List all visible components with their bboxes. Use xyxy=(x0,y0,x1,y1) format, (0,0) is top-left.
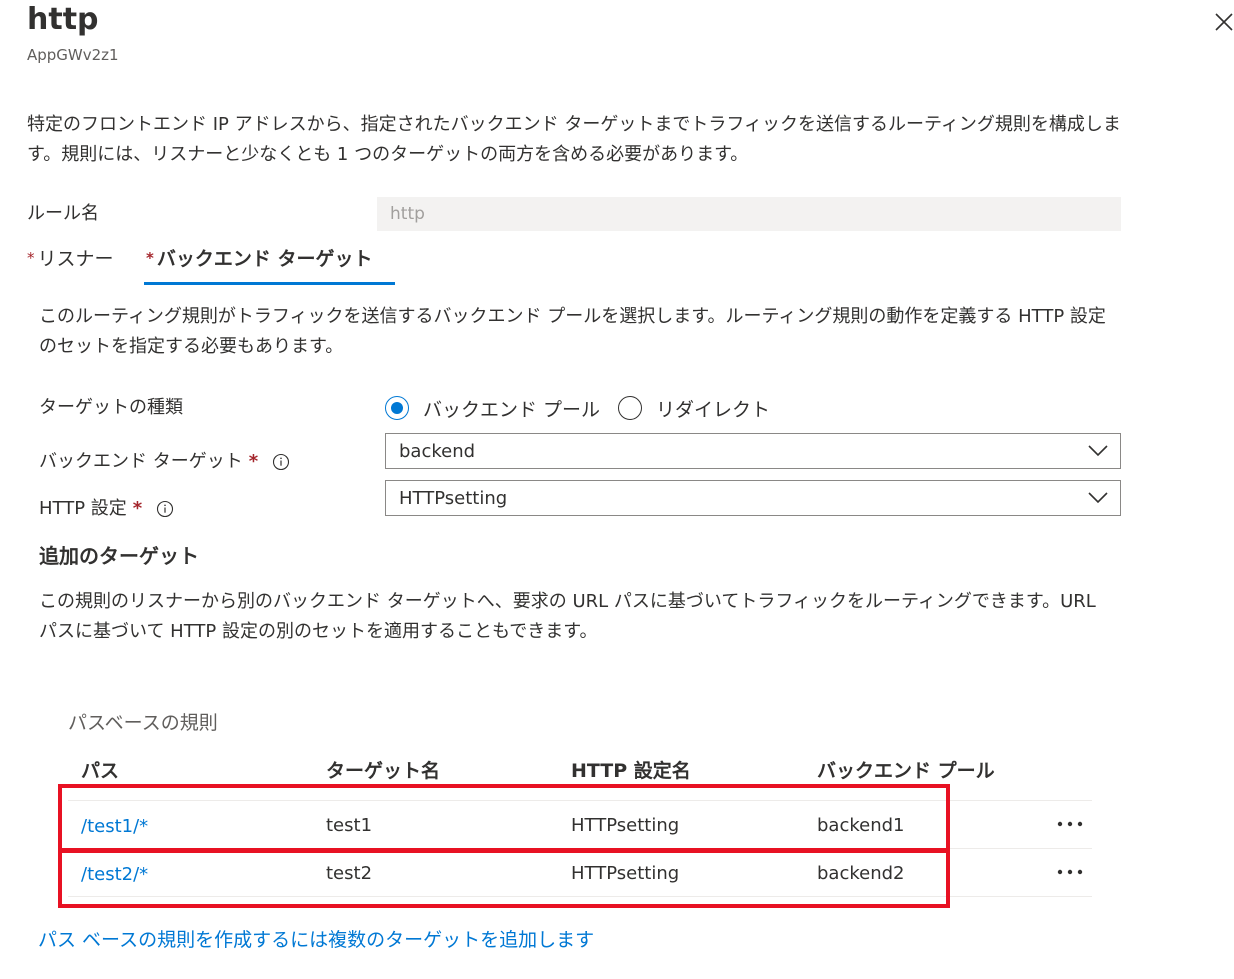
backend-target-value: backend xyxy=(399,440,476,462)
additional-targets-title: 追加のターゲット xyxy=(39,544,199,568)
column-header-path: パス xyxy=(81,760,120,782)
row-more-button[interactable] xyxy=(1052,860,1088,884)
http-setting-select[interactable]: HTTPsetting xyxy=(385,480,1121,516)
required-marker: * xyxy=(248,451,259,472)
close-icon xyxy=(1215,13,1233,31)
close-button[interactable] xyxy=(1206,4,1234,40)
add-multiple-targets-link[interactable]: パス ベースの規則を作成するには複数のターゲットを追加します xyxy=(38,925,594,955)
http-setting-value: HTTPsetting xyxy=(399,487,508,509)
column-header-target-name: ターゲット名 xyxy=(326,760,441,782)
target-type-label: ターゲットの種類 xyxy=(39,394,183,422)
additional-targets-description: この規則のリスナーから別のバックエンド ターゲットへ、要求の URL パスに基づ… xyxy=(39,591,1096,642)
row-more-button[interactable] xyxy=(1052,812,1088,836)
info-icon[interactable] xyxy=(272,453,290,471)
backend-target-field-label: バックエンド ターゲット * xyxy=(39,448,290,476)
radio-redirect[interactable]: リダイレクト xyxy=(618,395,770,422)
column-header-backend-pool: バックエンド プール xyxy=(817,760,995,782)
highlight-box-row-2 xyxy=(58,849,950,908)
radio-redirect-label: リダイレクト xyxy=(656,398,771,421)
rule-name-label: ルール名 xyxy=(27,203,99,224)
required-marker: * xyxy=(27,249,35,267)
required-marker: * xyxy=(132,498,143,519)
backend-target-label-text: バックエンド ターゲット xyxy=(39,451,243,472)
active-tab-indicator xyxy=(144,282,395,285)
http-setting-label-text: HTTP 設定 xyxy=(39,498,127,519)
radio-unchecked-icon xyxy=(618,396,643,420)
required-marker: * xyxy=(146,249,154,267)
radio-backend-pool-label: バックエンド プール xyxy=(423,398,601,421)
more-icon xyxy=(1057,869,1083,875)
page-title: http xyxy=(27,2,99,37)
target-type-radio-group: バックエンド プール リダイレクト xyxy=(385,393,788,423)
tab-backend-target-label: バックエンド ターゲット xyxy=(156,248,373,270)
chevron-down-icon xyxy=(1088,492,1108,504)
path-rules-caption: パスベースの規則 xyxy=(68,712,218,734)
target-type-label-text: ターゲットの種類 xyxy=(39,397,183,418)
tab-backend-target[interactable]: * バックエンド ターゲット xyxy=(146,244,372,273)
tab-listener[interactable]: * リスナー xyxy=(27,244,114,273)
tab-listener-label: リスナー xyxy=(37,248,114,270)
backend-panel-description: このルーティング規則がトラフィックを送信するバックエンド プールを選択します。ル… xyxy=(39,306,1106,357)
chevron-down-icon xyxy=(1088,445,1108,457)
page-description: 特定のフロントエンド IP アドレスから、指定されたバックエンド ターゲットまで… xyxy=(27,114,1121,165)
more-icon xyxy=(1057,821,1083,827)
radio-checked-icon xyxy=(385,396,409,420)
page-subtitle: AppGWv2z1 xyxy=(27,46,119,64)
backend-target-select[interactable]: backend xyxy=(385,433,1121,469)
rule-name-input[interactable] xyxy=(377,197,1121,231)
radio-backend-pool[interactable]: バックエンド プール xyxy=(385,395,600,422)
highlight-box-row-1 xyxy=(58,784,950,852)
http-setting-field-label: HTTP 設定 * xyxy=(39,495,174,523)
column-header-http-setting: HTTP 設定名 xyxy=(571,760,691,782)
info-icon[interactable] xyxy=(156,500,174,518)
